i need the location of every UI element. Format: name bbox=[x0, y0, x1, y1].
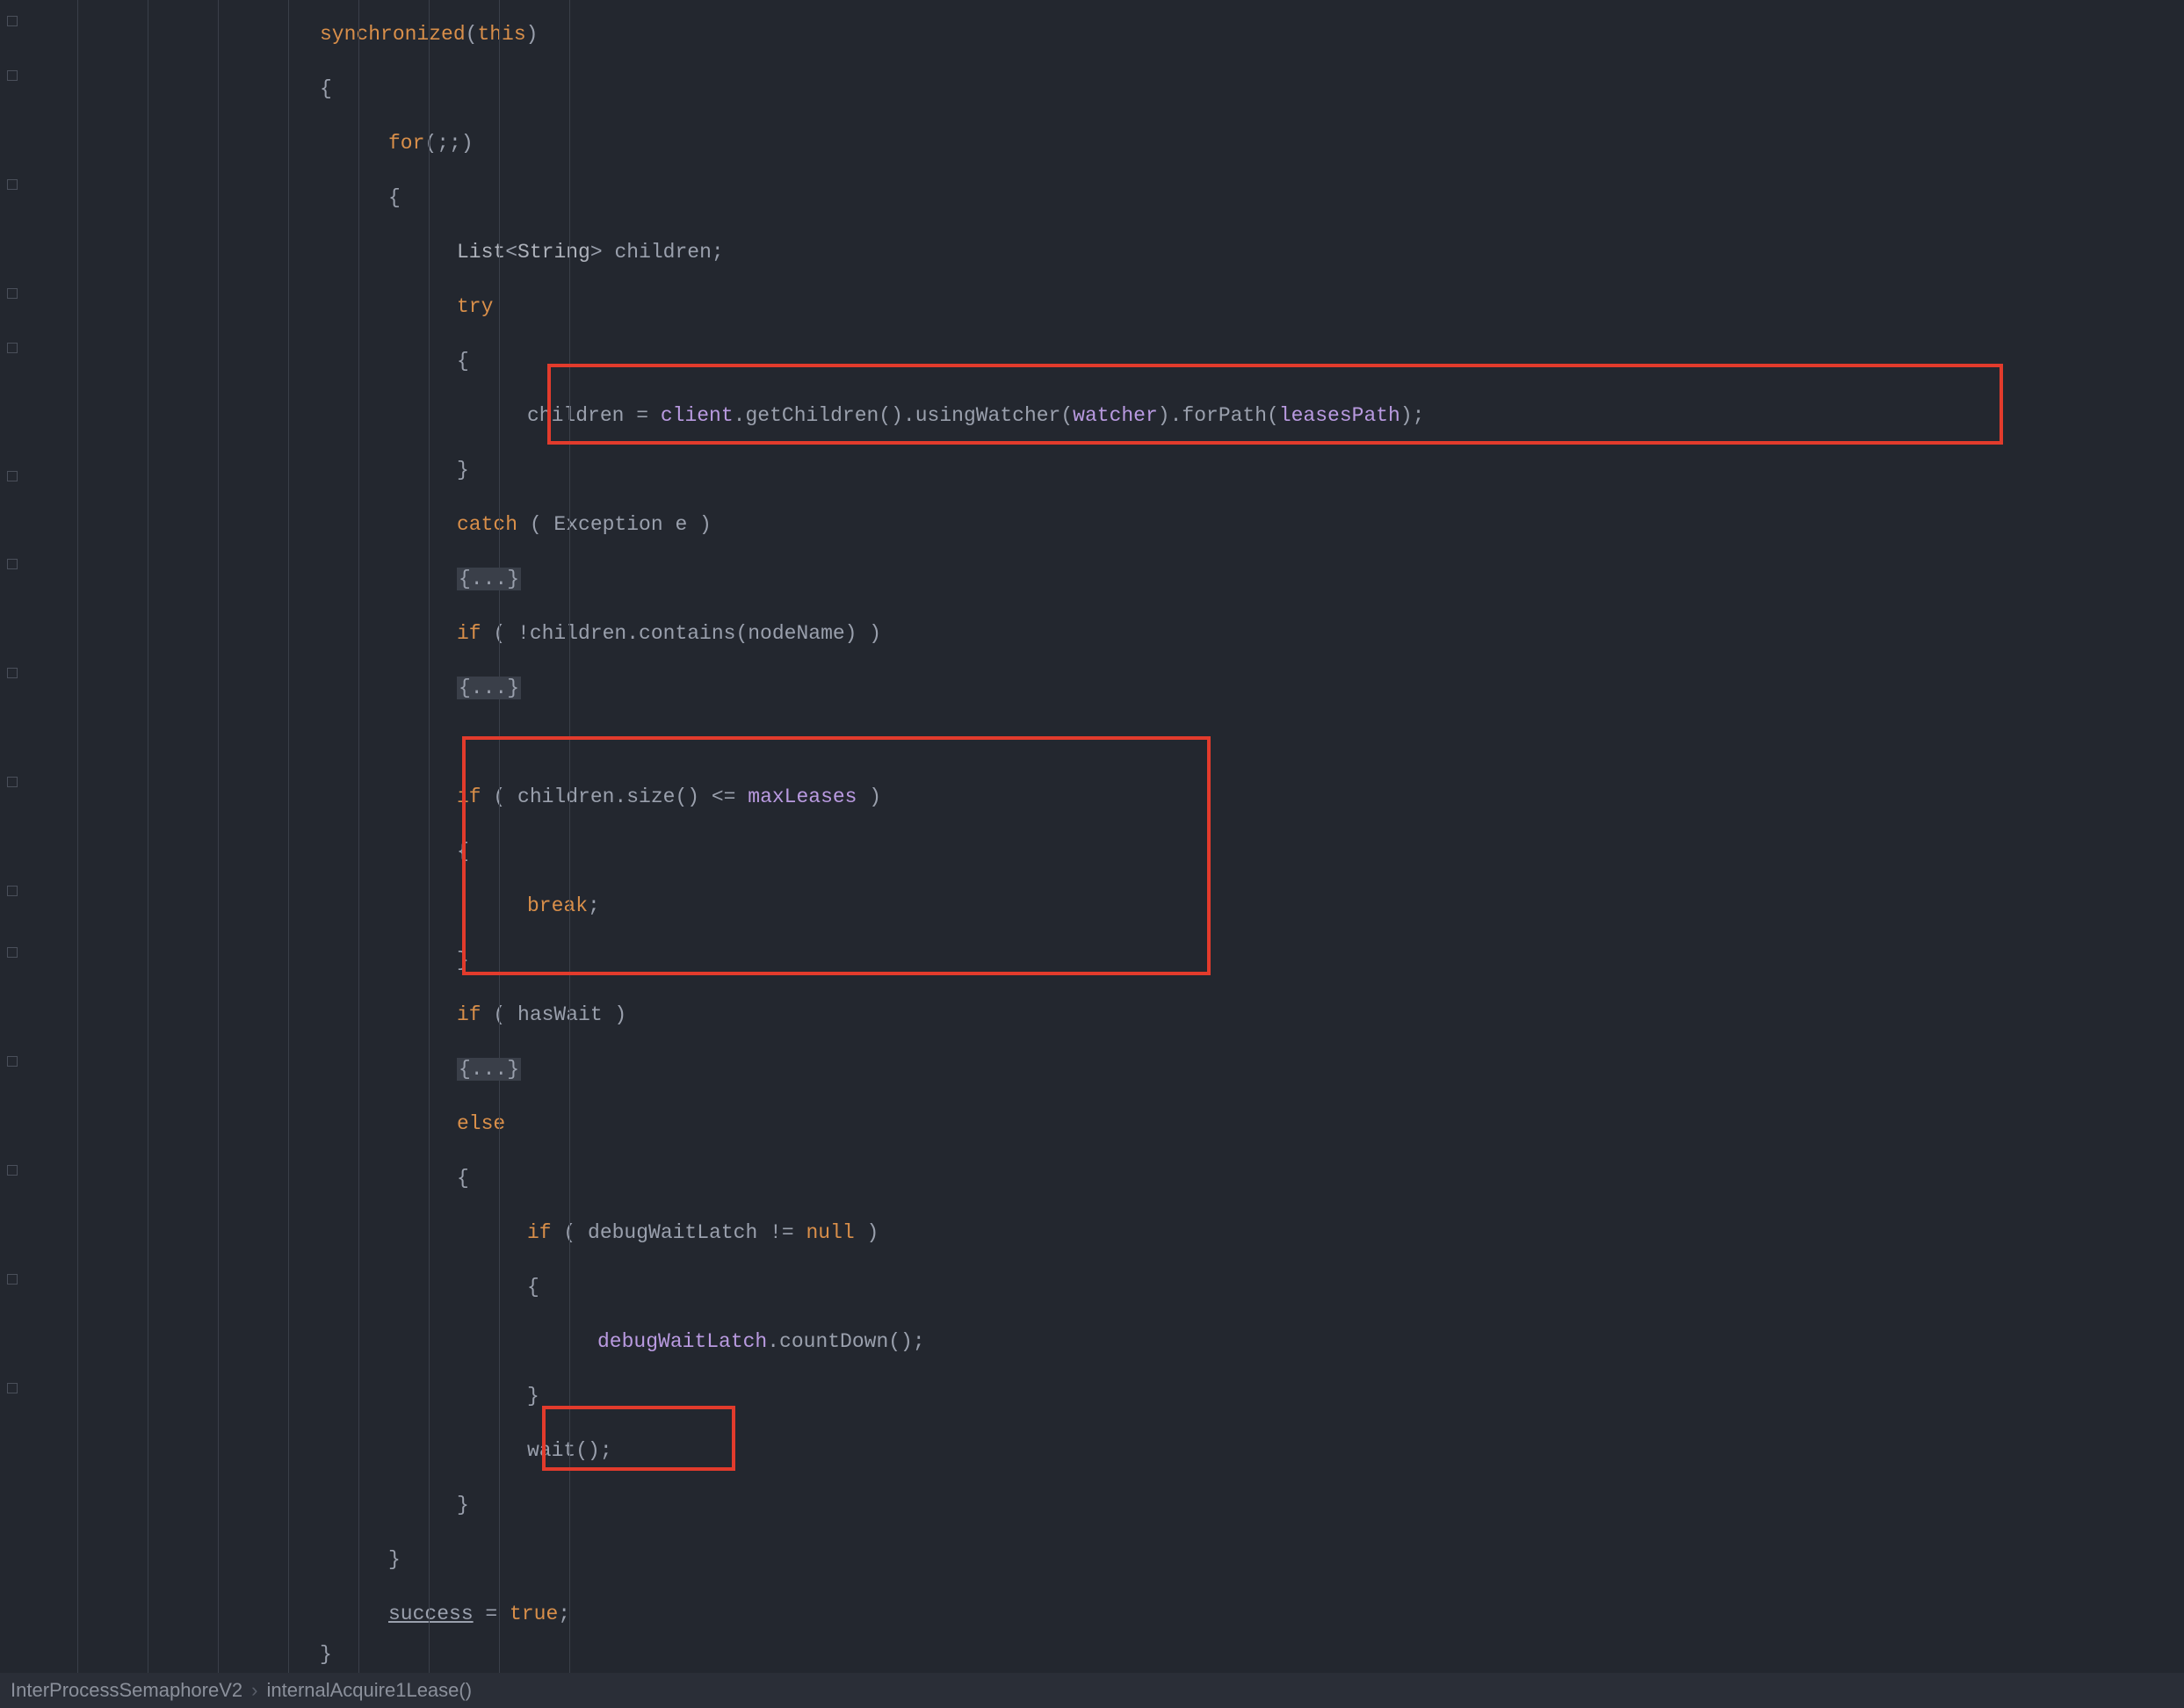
code-line: children = client.getChildren().usingWat… bbox=[25, 388, 2184, 443]
field-watcher: watcher bbox=[1073, 404, 1158, 427]
var-success: success bbox=[388, 1603, 474, 1625]
gutter-mark[interactable] bbox=[7, 1274, 18, 1285]
field-debugWaitLatch: debugWaitLatch bbox=[597, 1330, 767, 1353]
code-line: debugWaitLatch.countDown(); bbox=[25, 1314, 2184, 1369]
indent-guide bbox=[569, 0, 570, 1673]
field-leasesPath: leasesPath bbox=[1279, 404, 1400, 427]
code-line: { bbox=[25, 1151, 2184, 1205]
code-line: { bbox=[25, 62, 2184, 116]
code-line: } bbox=[25, 1641, 2184, 1668]
code-line: synchronized(this) bbox=[25, 7, 2184, 62]
code-line: } bbox=[25, 1369, 2184, 1423]
code-line: for(;;) bbox=[25, 116, 2184, 170]
keyword-if: if bbox=[457, 1003, 481, 1026]
keyword-this: this bbox=[477, 23, 525, 46]
code-line: } bbox=[25, 443, 2184, 497]
code-line-blank bbox=[25, 715, 2184, 770]
code-line: if ( hasWait ) bbox=[25, 988, 2184, 1042]
code-line: } bbox=[25, 1532, 2184, 1587]
keyword-if: if bbox=[457, 622, 481, 645]
indent-guide bbox=[77, 0, 78, 1673]
gutter-mark[interactable] bbox=[7, 16, 18, 26]
code-line: { bbox=[25, 334, 2184, 388]
indent-guide bbox=[499, 0, 500, 1673]
gutter-mark[interactable] bbox=[7, 886, 18, 896]
fold-marker[interactable]: {...} bbox=[457, 568, 521, 590]
code-line: try bbox=[25, 279, 2184, 334]
code-line: } bbox=[25, 1478, 2184, 1532]
gutter-mark[interactable] bbox=[7, 1165, 18, 1176]
chevron-right-icon: › bbox=[251, 1673, 257, 1708]
breadcrumb-class[interactable]: InterProcessSemaphoreV2 bbox=[11, 1673, 242, 1708]
keyword-else: else bbox=[457, 1112, 505, 1135]
code-line: success = true; bbox=[25, 1587, 2184, 1641]
gutter-mark[interactable] bbox=[7, 70, 18, 81]
keyword-catch: catch bbox=[457, 513, 517, 536]
field-client: client bbox=[661, 404, 734, 427]
code-line: {...} bbox=[25, 661, 2184, 715]
code-line: if ( children.size() <= maxLeases ) bbox=[25, 770, 2184, 824]
code-line: {...} bbox=[25, 1042, 2184, 1096]
code-line: List<String> children; bbox=[25, 225, 2184, 279]
gutter-mark[interactable] bbox=[7, 668, 18, 678]
editor-gutter[interactable] bbox=[0, 0, 25, 1673]
code-area[interactable]: synchronized(this) { for(;;) { List<Stri… bbox=[25, 0, 2184, 1673]
keyword-null: null bbox=[806, 1221, 854, 1244]
code-line: { bbox=[25, 170, 2184, 225]
keyword-true: true bbox=[510, 1603, 558, 1625]
indent-guide bbox=[429, 0, 430, 1673]
code-line: { bbox=[25, 824, 2184, 879]
gutter-mark[interactable] bbox=[7, 1383, 18, 1393]
code-line: { bbox=[25, 1260, 2184, 1314]
code-line: break; bbox=[25, 879, 2184, 933]
gutter-mark[interactable] bbox=[7, 179, 18, 190]
field-maxLeases: maxLeases bbox=[748, 785, 857, 808]
code-line: else bbox=[25, 1096, 2184, 1151]
gutter-mark[interactable] bbox=[7, 343, 18, 353]
gutter-mark[interactable] bbox=[7, 1056, 18, 1067]
code-line: if ( debugWaitLatch != null ) bbox=[25, 1205, 2184, 1260]
code-editor[interactable]: synchronized(this) { for(;;) { List<Stri… bbox=[0, 0, 2184, 1673]
gutter-mark[interactable] bbox=[7, 777, 18, 787]
code-line: catch ( Exception e ) bbox=[25, 497, 2184, 552]
gutter-mark[interactable] bbox=[7, 288, 18, 299]
code-line: } bbox=[25, 933, 2184, 988]
keyword-if: if bbox=[527, 1221, 552, 1244]
gutter-mark[interactable] bbox=[7, 471, 18, 481]
gutter-mark[interactable] bbox=[7, 947, 18, 958]
keyword-for: for bbox=[388, 132, 424, 155]
breadcrumb-method[interactable]: internalAcquire1Lease() bbox=[266, 1673, 472, 1708]
indent-guide bbox=[218, 0, 219, 1673]
code-line: if ( !children.contains(nodeName) ) bbox=[25, 606, 2184, 661]
keyword-synchronized: synchronized bbox=[320, 23, 466, 46]
code-line: wait(); bbox=[25, 1423, 2184, 1478]
keyword-break: break bbox=[527, 894, 588, 917]
fold-marker[interactable]: {...} bbox=[457, 1058, 521, 1081]
fold-marker[interactable]: {...} bbox=[457, 677, 521, 699]
keyword-try: try bbox=[457, 295, 493, 318]
keyword-if: if bbox=[457, 785, 481, 808]
gutter-mark[interactable] bbox=[7, 559, 18, 569]
breadcrumb[interactable]: InterProcessSemaphoreV2 › internalAcquir… bbox=[0, 1673, 2184, 1708]
code-line: {...} bbox=[25, 552, 2184, 606]
indent-guide bbox=[358, 0, 359, 1673]
indent-guide bbox=[288, 0, 289, 1673]
